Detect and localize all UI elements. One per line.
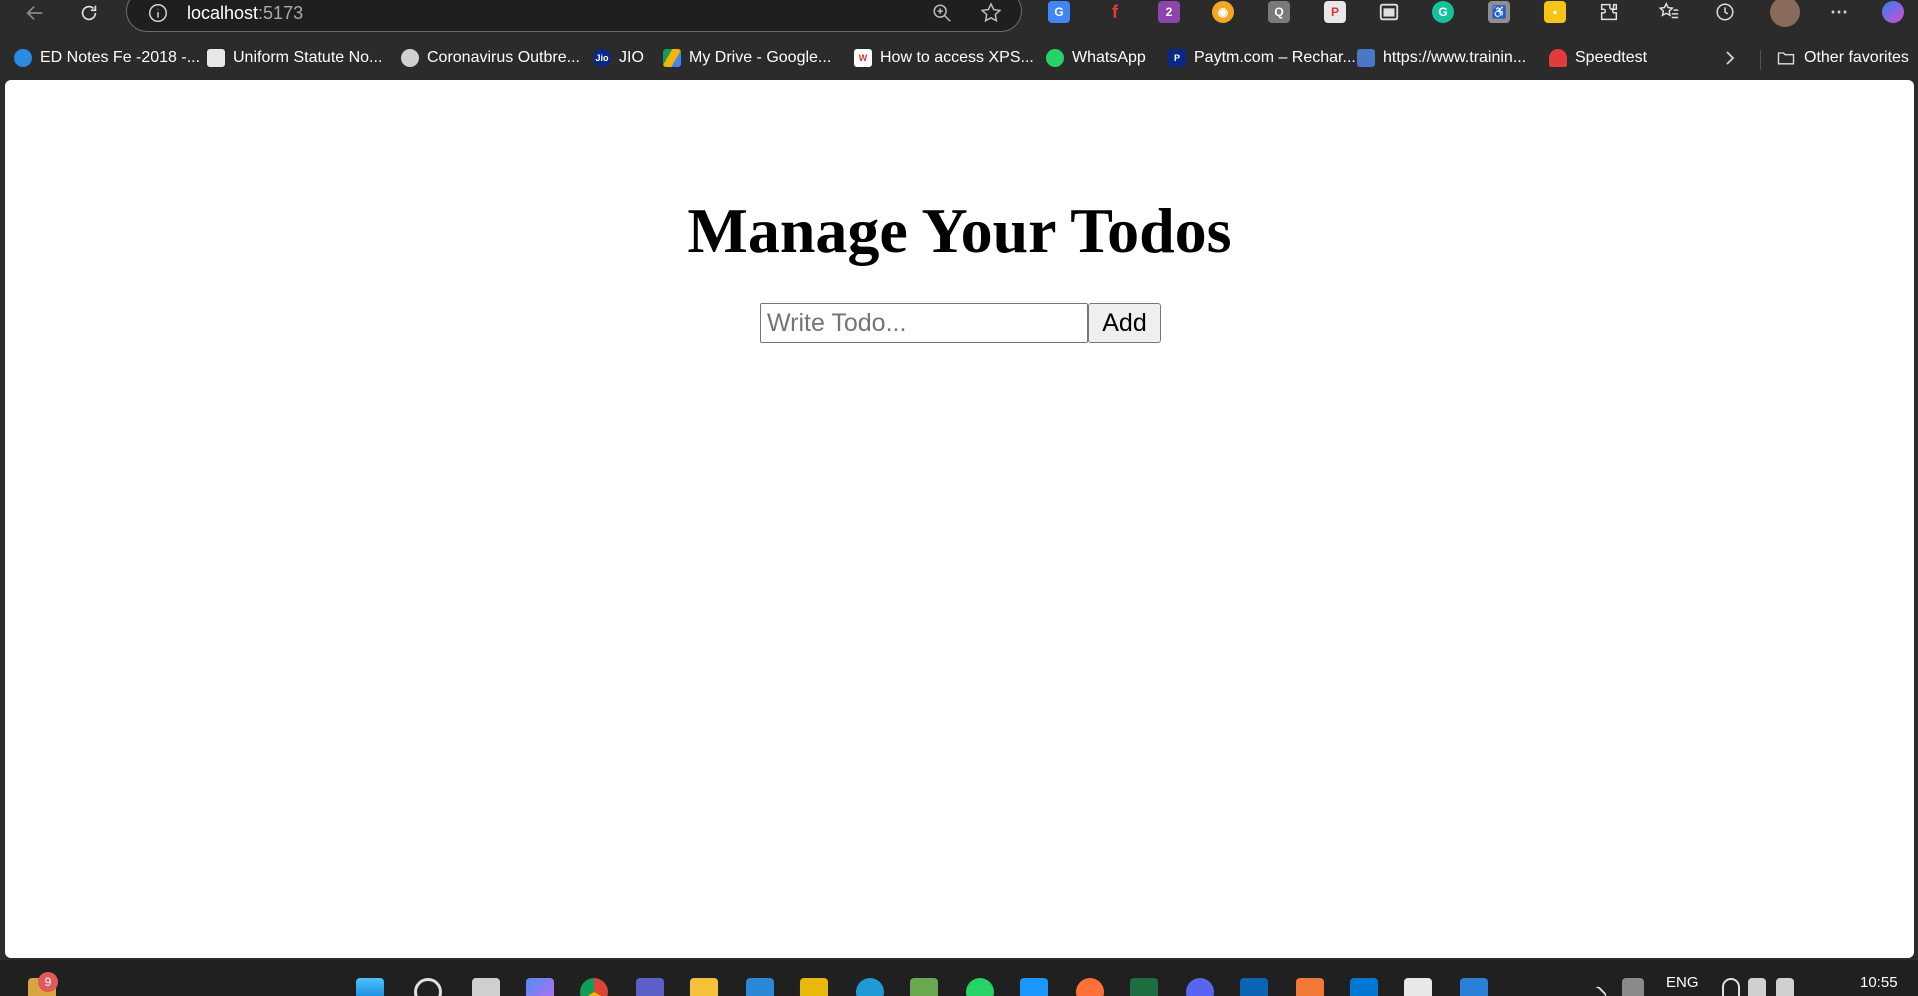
zoom-icon[interactable] <box>931 2 953 24</box>
bookmark-label: How to access XPS... <box>880 49 1034 66</box>
prime-video-icon[interactable] <box>1020 978 1048 996</box>
flash-extension-icon[interactable]: f <box>1104 1 1126 23</box>
browser-toolbar: localhost:5173 G f 2 ◉ Q P G ♿ ▪ ⋯ <box>0 0 1918 38</box>
grammarly-extension-icon[interactable]: G <box>1432 1 1454 23</box>
windows-taskbar <box>0 960 1918 996</box>
back-button[interactable] <box>18 0 52 26</box>
q-extension-icon[interactable]: Q <box>1268 1 1290 23</box>
bookmark-label: Speedtest <box>1575 49 1648 66</box>
start-icon[interactable] <box>356 978 384 996</box>
chevron-up-icon[interactable] <box>1578 985 1608 996</box>
accessibility-extension-icon[interactable]: ♿ <box>1488 1 1510 23</box>
volume-icon[interactable] <box>1748 978 1766 996</box>
chrome-icon[interactable] <box>580 978 608 996</box>
bookmarks-bar: ED Notes Fe -2018 -... Uniform Statute N… <box>0 38 1918 78</box>
google-drive-icon <box>663 49 681 67</box>
paytm-icon: P <box>1168 49 1186 67</box>
bookmark-label: JIO <box>619 49 644 66</box>
refresh-icon <box>81 5 97 21</box>
bookmark-label: My Drive - Google... <box>689 49 832 66</box>
refresh-button[interactable] <box>72 0 106 26</box>
bookmark-item[interactable]: P Paytm.com – Rechar... <box>1168 46 1356 70</box>
clock-time[interactable]: 10:55 <box>1860 974 1898 991</box>
back-arrow-icon <box>26 5 43 21</box>
address-bar[interactable]: localhost:5173 <box>126 0 1022 32</box>
compass-extension-icon[interactable]: ◉ <box>1212 1 1234 23</box>
bookmark-item[interactable]: My Drive - Google... <box>663 46 831 70</box>
jio-icon: Jio <box>593 49 611 67</box>
photos-icon[interactable] <box>1460 978 1488 996</box>
todo-form: Add <box>760 303 1161 343</box>
bookmark-item[interactable]: Coronavirus Outbre... <box>401 46 580 70</box>
discord-icon[interactable] <box>1186 978 1214 996</box>
wifi-icon[interactable] <box>1722 978 1740 996</box>
folder-icon <box>1777 52 1795 65</box>
bookmark-item[interactable]: Speedtest <box>1549 46 1647 70</box>
more-options-icon[interactable]: ⋯ <box>1828 1 1850 23</box>
file-explorer-icon[interactable] <box>690 978 718 996</box>
site-info-icon[interactable] <box>147 2 169 24</box>
history-icon[interactable] <box>1714 1 1736 23</box>
window-extension-icon[interactable] <box>1378 1 1400 23</box>
bookmark-label: Paytm.com – Rechar... <box>1194 49 1356 66</box>
speedtest-icon <box>1549 49 1567 67</box>
excel-icon[interactable] <box>1130 978 1158 996</box>
language-indicator[interactable]: ENG <box>1666 974 1699 991</box>
bookmark-item[interactable]: Jio JIO <box>593 46 644 70</box>
teams-icon[interactable] <box>636 978 664 996</box>
google-translate-extension-icon[interactable]: G <box>1048 1 1070 23</box>
search-icon[interactable] <box>414 978 442 996</box>
task-view-icon[interactable] <box>472 978 500 996</box>
bookmark-label: ED Notes Fe -2018 -... <box>40 49 201 66</box>
bookmark-item[interactable]: WhatsApp <box>1046 46 1146 70</box>
keep-extension-icon[interactable]: ▪ <box>1544 1 1566 23</box>
store-icon[interactable] <box>746 978 774 996</box>
bookmark-label: Coronavirus Outbre... <box>427 49 580 66</box>
edge-icon[interactable] <box>856 978 884 996</box>
rss-icon[interactable] <box>1296 978 1324 996</box>
favorites-list-icon[interactable] <box>1658 1 1680 23</box>
bookmark-label: Uniform Statute No... <box>233 49 383 66</box>
training-icon <box>1357 49 1375 67</box>
extensions-puzzle-icon[interactable] <box>1598 1 1620 23</box>
wiki-icon: W <box>854 49 872 67</box>
copilot-icon[interactable] <box>1882 1 1904 23</box>
snipping-tool-icon[interactable] <box>1404 978 1432 996</box>
copilot-taskbar-icon[interactable] <box>526 978 554 996</box>
zoho-extension-icon[interactable]: 2 <box>1158 1 1180 23</box>
bookmark-label: WhatsApp <box>1072 49 1146 66</box>
notepad-icon[interactable] <box>910 978 938 996</box>
whatsapp-icon <box>1046 49 1064 67</box>
profile-avatar[interactable] <box>1770 0 1800 27</box>
battery-icon[interactable] <box>1776 978 1794 996</box>
bookmarks-divider <box>1760 50 1761 70</box>
app-icon[interactable] <box>800 978 828 996</box>
whatsapp-taskbar-icon[interactable] <box>966 978 994 996</box>
other-favorites-folder[interactable]: Other favorites <box>1776 46 1909 70</box>
network-app-icon[interactable] <box>1622 978 1644 996</box>
page-title: Manage Your Todos <box>687 195 1232 266</box>
notification-badge: 9 <box>38 972 58 992</box>
vscode-icon[interactable] <box>1350 978 1378 996</box>
other-favorites-label: Other favorites <box>1804 49 1909 66</box>
url-text[interactable]: localhost:5173 <box>187 3 303 24</box>
bookmark-item[interactable]: Uniform Statute No... <box>207 46 382 70</box>
pdf-extension-icon[interactable]: P <box>1324 1 1346 23</box>
document-icon <box>207 49 225 67</box>
firefox-icon[interactable] <box>1076 978 1104 996</box>
todo-input[interactable] <box>760 303 1088 343</box>
add-button[interactable]: Add <box>1088 303 1161 343</box>
bookmark-item[interactable]: ED Notes Fe -2018 -... <box>14 46 200 70</box>
page-viewport: Manage Your Todos Add <box>5 80 1914 958</box>
bookmark-item[interactable]: https://www.trainin... <box>1357 46 1526 70</box>
bookmark-label: https://www.trainin... <box>1383 49 1527 66</box>
outlook-icon[interactable] <box>1240 978 1268 996</box>
chevron-right-icon[interactable] <box>1718 46 1742 70</box>
globe-icon <box>401 49 419 67</box>
bookmark-item[interactable]: W How to access XPS... <box>854 46 1034 70</box>
favorite-star-icon[interactable] <box>979 1 1003 25</box>
ed-notes-icon <box>14 49 32 67</box>
